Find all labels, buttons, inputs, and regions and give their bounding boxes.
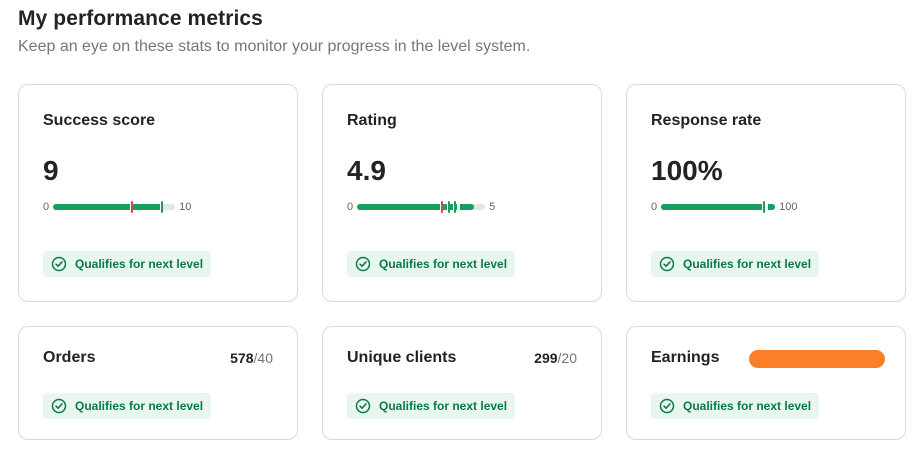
card-title: Unique clients <box>347 349 457 366</box>
success-score-value: 9 <box>43 155 59 186</box>
response-rate-card: Response rate 100% 0 100 Qualifies for n… <box>626 84 906 302</box>
badge-label: Qualifies for next level <box>75 257 204 271</box>
rating-value: 4.9 <box>347 155 386 186</box>
card-title: Success score <box>43 112 156 129</box>
orders-card: Orders 578/40 Qualifies for next level <box>18 326 298 440</box>
check-circle-icon <box>659 398 675 414</box>
check-circle-icon <box>355 256 371 272</box>
card-title: Response rate <box>651 112 762 129</box>
response-rate-value: 100% <box>651 155 723 186</box>
range-min: 0 <box>651 201 658 213</box>
progress-track <box>53 201 176 213</box>
count-target: /40 <box>253 350 273 366</box>
progress-track <box>357 201 486 213</box>
badge-label: Qualifies for next level <box>379 257 508 271</box>
qualifies-badge: Qualifies for next level <box>347 393 516 419</box>
card-title: Orders <box>43 349 96 366</box>
qualifies-badge: Qualifies for next level <box>43 393 212 419</box>
range-min: 0 <box>43 201 50 213</box>
rating-card: Rating 4.9 0 5 Qualifies for next level <box>322 84 602 302</box>
current-marker <box>454 201 457 213</box>
badge-label: Qualifies for next level <box>683 257 812 271</box>
badge-label: Qualifies for next level <box>379 399 508 413</box>
card-title: Rating <box>347 112 397 129</box>
count-value: 299 <box>534 350 558 366</box>
check-circle-icon <box>51 256 67 272</box>
badge-label: Qualifies for next level <box>683 399 812 413</box>
check-circle-icon <box>51 398 67 414</box>
qualifies-badge: Qualifies for next level <box>43 251 212 277</box>
earnings-card: Earnings Qualifies for next level <box>626 326 906 440</box>
page-subtitle: Keep an eye on these stats to monitor yo… <box>18 38 531 55</box>
progress-track <box>661 201 776 213</box>
threshold-marker <box>131 201 134 213</box>
rating-progress: 0 5 <box>347 201 495 213</box>
threshold-marker <box>441 201 444 213</box>
qualifies-badge: Qualifies for next level <box>651 393 820 419</box>
count-value: 578 <box>230 350 254 366</box>
progress-fill <box>53 204 164 210</box>
check-circle-icon <box>355 398 371 414</box>
success-score-card: Success score 9 0 10 Qualifies for next … <box>18 84 298 302</box>
progress-fill <box>661 204 776 210</box>
orders-count: 578/40 <box>230 350 273 366</box>
page-title: My performance metrics <box>18 7 263 30</box>
clients-count: 299/20 <box>534 350 577 366</box>
badge-label: Qualifies for next level <box>75 399 204 413</box>
redacted-earnings-value <box>749 350 885 368</box>
unique-clients-card: Unique clients 299/20 Qualifies for next… <box>322 326 602 440</box>
card-title: Earnings <box>651 349 720 366</box>
range-max: 100 <box>779 201 798 213</box>
count-target: /20 <box>557 350 577 366</box>
success-score-progress: 0 10 <box>43 201 191 213</box>
check-circle-icon <box>659 256 675 272</box>
tick-marker <box>448 201 451 213</box>
range-max: 10 <box>179 201 192 213</box>
response-rate-progress: 0 100 <box>651 201 797 213</box>
range-min: 0 <box>347 201 354 213</box>
range-max: 5 <box>489 201 496 213</box>
current-marker <box>161 201 164 213</box>
qualifies-badge: Qualifies for next level <box>347 251 516 277</box>
qualifies-badge: Qualifies for next level <box>651 251 820 277</box>
